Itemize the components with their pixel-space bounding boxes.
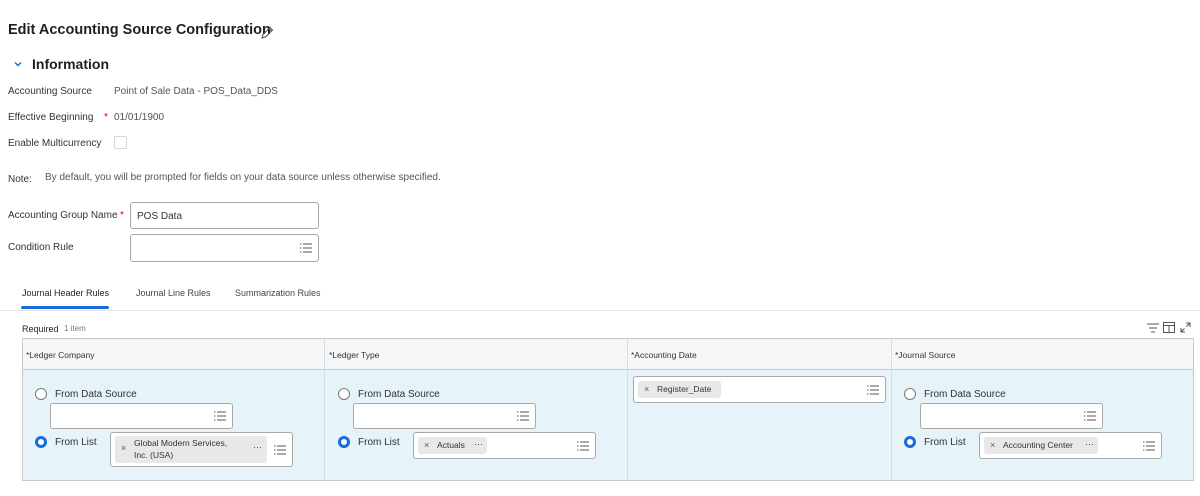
ledger-company-list-input[interactable]: × Global Modern Services, Inc. (USA) ⋯ [110,432,293,467]
column-header-journal-source[interactable]: *Journal Source [895,350,955,360]
ledger-type-data-source-input[interactable] [353,403,536,429]
grid-title: Required [22,324,59,334]
accounting-source-value: Point of Sale Data - POS_Data_DDS [114,86,278,97]
ellipsis-icon[interactable]: ⋯ [474,439,483,450]
radio-from-list[interactable] [904,436,916,448]
remove-icon[interactable]: × [424,440,429,450]
effective-beginning-label: Effective Beginning [8,112,94,123]
accounting-group-name-input[interactable]: POS Data [130,202,319,229]
radio-from-data-source[interactable] [338,388,350,400]
radio-label: From List [358,437,400,448]
grid-count: 1 item [64,324,86,333]
list-icon[interactable] [577,441,589,451]
remove-icon[interactable]: × [644,384,649,394]
condition-rule-input[interactable] [130,234,319,262]
column-header-ledger-company[interactable]: *Ledger Company [26,350,95,360]
accounting-date-input[interactable]: × Register_Date [633,376,886,403]
required-marker: * [104,112,108,123]
list-icon[interactable] [214,411,226,421]
section-title: Information [32,56,109,72]
list-icon[interactable] [1143,441,1155,451]
effective-beginning-value: 01/01/1900 [114,112,165,123]
ledger-company-data-source-input[interactable] [50,403,233,429]
list-icon[interactable] [1084,411,1096,421]
filter-icon[interactable] [1147,323,1159,333]
note-text: By default, you will be prompted for fie… [45,172,441,183]
page-title: Edit Accounting Source Configuration [8,22,271,38]
radio-label: From List [55,437,97,448]
radio-label: From List [924,437,966,448]
tab-journal-line-rules[interactable]: Journal Line Rules [136,288,211,298]
expand-icon[interactable] [1180,322,1191,333]
tab-journal-header-rules[interactable]: Journal Header Rules [22,288,109,298]
radio-label: From Data Source [358,389,440,400]
ellipsis-icon[interactable]: ⋯ [253,442,262,453]
list-icon[interactable] [867,385,879,395]
radio-from-list[interactable] [338,436,350,448]
accounting-group-name-value: POS Data [137,211,183,222]
accounting-group-name-label: Accounting Group Name [8,210,118,221]
active-tab-indicator [21,306,109,309]
column-header-ledger-type[interactable]: *Ledger Type [329,350,379,360]
radio-from-data-source[interactable] [904,388,916,400]
radio-label: From Data Source [55,389,137,400]
ellipsis-icon[interactable]: ⋯ [1085,439,1094,450]
radio-label: From Data Source [924,389,1006,400]
note-label: Note: [8,174,32,185]
journal-source-data-source-input[interactable] [920,403,1103,429]
radio-from-list[interactable] [35,436,47,448]
remove-icon[interactable]: × [990,440,995,450]
chevron-down-icon[interactable] [12,58,24,70]
condition-rule-label: Condition Rule [8,242,74,253]
columns-icon[interactable] [1163,322,1175,333]
chip-label: Accounting Center [1003,440,1073,450]
selected-chip[interactable]: × Accounting Center ⋯ [984,437,1098,454]
tab-divider [0,310,1200,311]
radio-from-data-source[interactable] [35,388,47,400]
list-icon[interactable] [517,411,529,421]
selected-chip[interactable]: × Global Modern Services, Inc. (USA) ⋯ [115,436,267,463]
chip-label: Inc. (USA) [134,450,174,460]
remove-icon[interactable]: × [121,443,126,453]
journal-source-list-input[interactable]: × Accounting Center ⋯ [979,432,1162,459]
required-marker: * [120,210,124,221]
list-icon[interactable] [300,243,312,253]
grid-header [23,339,1193,370]
selected-chip[interactable]: × Actuals ⋯ [418,437,487,454]
chip-label: Global Modern Services, [134,438,228,448]
ledger-type-list-input[interactable]: × Actuals ⋯ [413,432,596,459]
list-icon[interactable] [274,445,286,455]
accounting-source-label: Accounting Source [8,86,92,97]
column-header-accounting-date[interactable]: *Accounting Date [631,350,697,360]
pencil-icon[interactable] [258,24,276,42]
enable-multicurrency-checkbox[interactable] [114,136,127,149]
column-divider [627,339,628,480]
chip-label: Actuals [437,440,465,450]
enable-multicurrency-label: Enable Multicurrency [8,138,102,149]
selected-chip[interactable]: × Register_Date [638,381,721,398]
tab-summarization-rules[interactable]: Summarization Rules [235,288,321,298]
column-divider [891,339,892,480]
column-divider [324,339,325,480]
chip-label: Register_Date [657,384,712,394]
